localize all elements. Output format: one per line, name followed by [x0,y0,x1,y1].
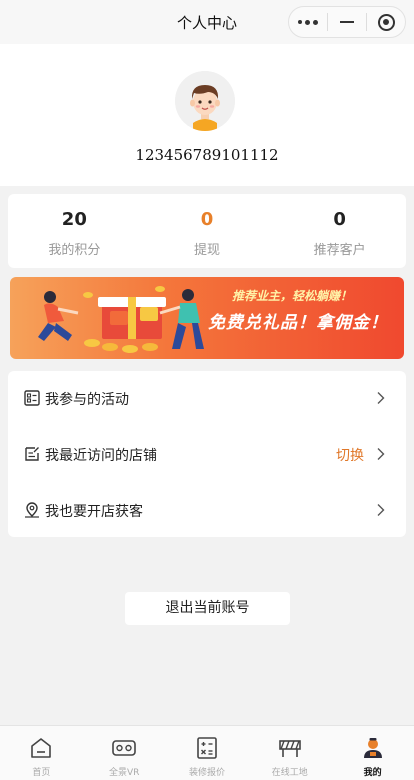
menu-item-my-activities[interactable]: 我参与的活动 [8,371,406,427]
tab-mine[interactable]: 我的 [331,726,414,780]
tab-quote[interactable]: 装修报价 [166,726,249,780]
stat-withdraw[interactable]: 0 提现 [141,194,274,268]
username: 123456789101112 [135,146,279,164]
menu-item-label: 我最近访问的店铺 [45,448,157,464]
menu-item-label: 我参与的活动 [45,392,129,408]
tab-site[interactable]: 在线工地 [248,726,331,780]
tab-label: 首页 [32,768,51,778]
activity-list-icon [24,390,40,406]
calculator-icon [197,737,217,759]
more-button[interactable] [289,7,327,37]
miniprogram-capsule [288,6,406,38]
tab-vr[interactable]: 全景VR [83,726,166,780]
menu-item-recent-store[interactable]: 我最近访问的店铺 切换 [8,427,406,483]
tab-label: 在线工地 [271,768,308,778]
menu-list: 我参与的活动 我最近访问的店铺 切换 我也要开店获客 [8,371,406,537]
logout-button[interactable]: 退出当前账号 [125,592,290,625]
referral-promo-banner[interactable]: 推荐业主，轻松躺赚！ 免费兑礼品！拿佣金！ [10,277,404,359]
user-icon [363,738,382,758]
stat-referrals[interactable]: 0 推荐客户 [273,194,406,268]
menu-item-open-store[interactable]: 我也要开店获客 [8,483,406,539]
construction-site-icon [278,740,301,757]
switch-store-link[interactable]: 切换 [336,445,364,465]
close-miniprogram-button[interactable] [367,7,405,37]
tab-home[interactable]: 首页 [0,726,83,780]
stats-card: 20 我的积分 0 提现 0 推荐客户 [8,194,406,268]
profile-header: 123456789101112 [0,44,414,186]
more-dots-icon [298,19,318,25]
location-pin-icon [25,502,39,518]
stat-value: 0 [200,209,214,230]
stat-label: 推荐客户 [313,243,366,258]
chevron-right-icon [377,448,385,460]
banner-headline: 免费兑礼品！拿佣金！ [208,313,388,333]
navigation-bar: 个人中心 [0,0,414,44]
stat-label: 我的积分 [48,243,101,258]
stat-label: 提现 [194,243,221,258]
cartoon-boy-avatar-icon [175,71,235,131]
chevron-right-icon [377,392,385,404]
promo-illustration-icon [38,286,204,353]
stat-value: 0 [333,209,346,230]
banner-tagline: 推荐业主，轻松躺赚！ [232,289,353,303]
avatar[interactable] [175,71,235,131]
tab-label: 装修报价 [188,768,225,778]
stat-points[interactable]: 20 我的积分 [8,194,141,268]
minimize-button[interactable] [328,7,366,37]
tab-label: 我的 [363,768,382,778]
target-circle-icon [377,13,395,31]
vr-glasses-icon [112,740,136,756]
bottom-tab-bar: 首页 全景VR 装修报价 在线工地 我的 [0,725,414,780]
chevron-right-icon [377,504,385,516]
minus-icon [340,21,354,23]
tab-label: 全景VR [108,768,140,778]
stat-value: 20 [61,209,87,230]
recent-store-icon [25,447,39,461]
home-icon [31,738,52,758]
menu-item-label: 我也要开店获客 [45,504,143,520]
